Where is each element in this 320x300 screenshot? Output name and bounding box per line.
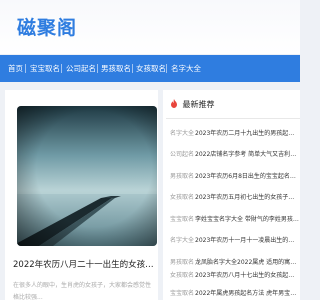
featured-post-excerpt: 在很多人的眼中，生肖虎的女孩子，大家都会感觉性格比较强... — [13, 282, 152, 300]
landscape-image — [17, 106, 157, 246]
list-item-category[interactable]: 名字大全 — [170, 235, 194, 247]
list-item-category[interactable]: 男孩取名 — [170, 171, 194, 183]
nav-divider — [25, 64, 26, 73]
site-logo[interactable]: 磁聚阁 — [17, 13, 77, 40]
section-heading: 最新推荐 — [170, 99, 215, 113]
nav-item-company-naming[interactable]: 公司起名 — [66, 55, 96, 82]
list-item-category[interactable]: 名字大全 — [170, 128, 194, 140]
list-item-title[interactable]: 2023年农历二月十九出生的男孩起名，好听的名字取名推荐 — [195, 128, 300, 140]
list-item-category[interactable]: 宝宝取名 — [170, 214, 194, 226]
list-item[interactable]: 公司起名 2022店铺名字参考 简单大气又吉利的店铺名字 — [170, 149, 300, 161]
featured-image[interactable] — [17, 106, 157, 246]
list-item-title[interactable]: 2023年农历十一月十一凌晨出生的宝宝取名 — [195, 235, 300, 247]
list-item[interactable]: 宝宝取名 李姓宝宝名字大全 带財气的李姓男孩子名字 — [170, 214, 300, 226]
list-item[interactable]: 名字大全 2023年农历十一月十一凌晨出生的宝宝取名 — [170, 235, 300, 247]
section-heading-label: 最新推荐 — [182, 100, 215, 109]
list-item-title[interactable]: 2023年农历八月十七出生的女孩起名推荐 — [195, 270, 300, 282]
fire-icon — [171, 99, 177, 108]
section-divider — [166, 118, 300, 119]
nav-item-home[interactable]: 首页 — [8, 55, 23, 82]
list-item-title[interactable]: 2022年属虎男孩起名方法 虎年男宝宝取名 — [195, 288, 300, 300]
list-item-title[interactable]: 2022店铺名字参考 简单大气又吉利的店铺名字 — [195, 149, 300, 161]
nav-divider — [97, 64, 98, 73]
list-item-category[interactable]: 男孩取名 — [170, 257, 194, 269]
nav-divider — [61, 64, 62, 73]
list-item-title[interactable]: 龙凤胎名字大全2022属虎 适用的寓意的字 — [195, 257, 300, 269]
site-header: 磁聚阁 — [0, 0, 300, 54]
list-item[interactable]: 男孩取名 2023年农历6月8日出生的宝宝起名推荐 — [170, 171, 300, 183]
list-item[interactable]: 宝宝取名 2022年属虎男孩起名方法 虎年男宝宝取名 — [170, 288, 300, 300]
nav-item-name-list[interactable]: 名字大全 — [171, 55, 201, 82]
list-item-title[interactable]: 李姓宝宝名字大全 带財气的李姓男孩子名字 — [195, 214, 300, 226]
list-item-title[interactable]: 2023年农历6月8日出生的宝宝起名推荐 — [195, 171, 300, 183]
list-item-category[interactable]: 女孩取名 — [170, 192, 194, 204]
list-item[interactable]: 男孩取名 龙凤胎名字大全2022属虎 适用的寓意的字 — [170, 257, 300, 269]
nav-divider — [132, 64, 133, 73]
list-item-title[interactable]: 2023年农历五月初七出生的女孩子取名 — [195, 192, 300, 204]
list-item-category[interactable]: 女孩取名 — [170, 270, 194, 282]
nav-item-girl-naming[interactable]: 女孩取名 — [136, 55, 166, 82]
nav-divider — [166, 64, 167, 73]
list-item[interactable]: 女孩取名 2023年农历八月十七出生的女孩起名推荐 — [170, 270, 300, 282]
list-item-category[interactable]: 公司起名 — [170, 149, 194, 161]
featured-post-title[interactable]: 2022年农历八月二十一出生的女孩五行命理... — [13, 258, 155, 270]
list-item[interactable]: 女孩取名 2023年农历五月初七出生的女孩子取名 — [170, 192, 300, 204]
list-item-category[interactable]: 宝宝取名 — [170, 288, 194, 300]
nav-item-baby-naming[interactable]: 宝宝取名 — [30, 55, 60, 82]
nav-item-boy-naming[interactable]: 男孩取名 — [101, 55, 131, 82]
list-item[interactable]: 名字大全 2023年农历二月十九出生的男孩起名，好听的名字取名推荐 — [170, 128, 300, 140]
main-nav: 首页 宝宝取名 公司起名 男孩取名 女孩取名 名字大全 — [0, 55, 300, 82]
